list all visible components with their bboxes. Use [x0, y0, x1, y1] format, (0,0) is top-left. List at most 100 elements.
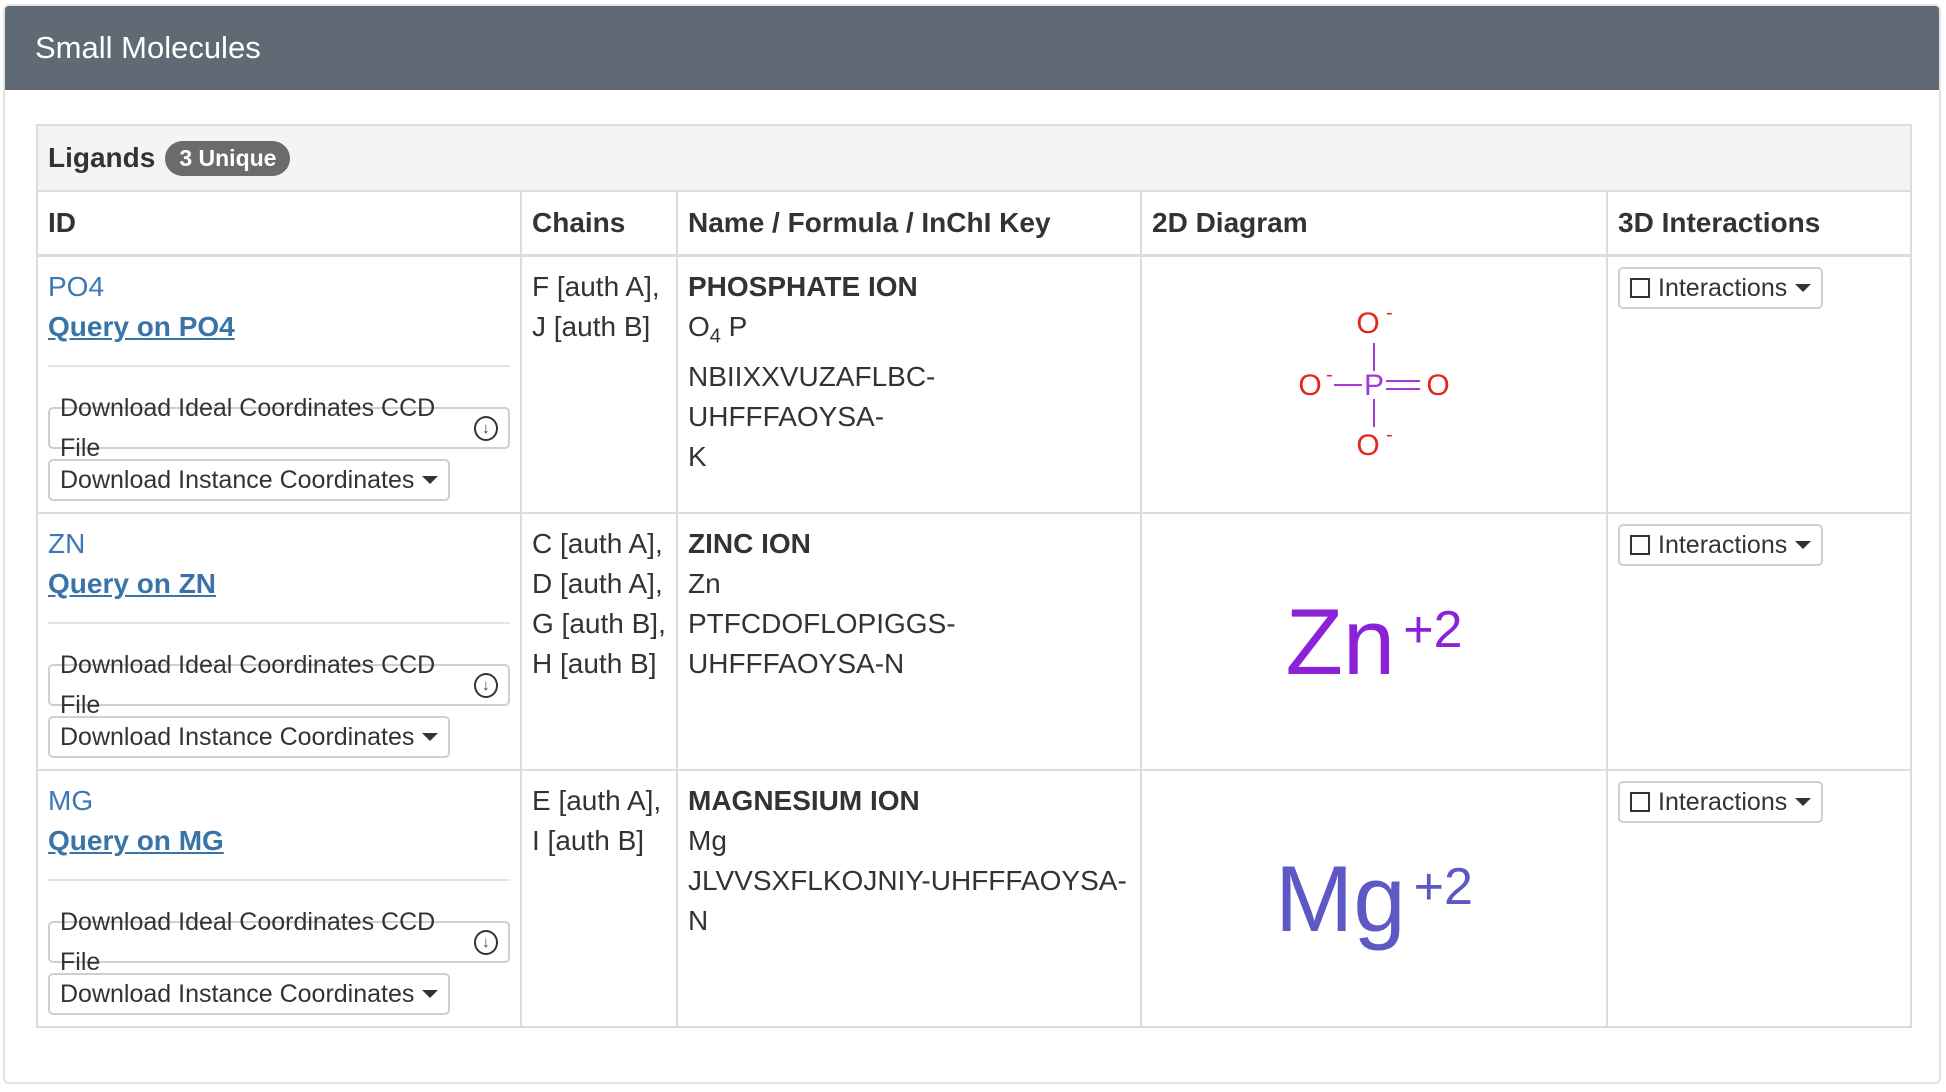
table-row: ZN Query on ZN Download Ideal Coordinate…: [38, 514, 1910, 771]
cube-icon: [1630, 535, 1650, 555]
panel-title: Small Molecules: [35, 30, 261, 65]
inchi-key: K: [688, 440, 707, 472]
atom-o-right: O: [1426, 369, 1449, 402]
download-ccd-label: Download Ideal Coordinates CCD File: [60, 394, 436, 462]
chain-label: I [auth B]: [532, 825, 645, 856]
small-molecules-panel: Small Molecules Ligands 3 Unique ID Chai…: [3, 4, 1941, 1084]
panel-header: Small Molecules: [5, 6, 1939, 90]
id-cell: PO4 Query on PO4 Download Ideal Coordina…: [38, 257, 522, 512]
caret-down-icon: [1795, 284, 1812, 292]
phosphate-diagram: P O - O - O - O: [1152, 267, 1596, 502]
charge-left: -: [1326, 364, 1333, 386]
query-link[interactable]: Query on MG: [48, 821, 510, 861]
download-instance-label: Download Instance Coordinates: [60, 466, 415, 494]
charge-bottom: -: [1386, 424, 1393, 446]
ligand-id-link[interactable]: PO4: [48, 267, 510, 307]
caret-down-icon: [422, 990, 439, 998]
name-cell: ZINC ION Zn PTFCDOFLOPIGGS- UHFFFAOYSA-N: [678, 514, 1142, 769]
atom-o-bottom: O: [1356, 429, 1379, 462]
chain-label: J [auth B]: [532, 311, 651, 342]
interactions-button[interactable]: Interactions: [1618, 781, 1824, 823]
table-header-row: ID Chains Name / Formula / InChI Key 2D …: [38, 192, 1910, 257]
ligand-formula: O4 P: [688, 311, 748, 348]
interactions-cell: Interactions: [1608, 257, 1910, 512]
cube-icon: [1630, 792, 1650, 812]
caret-down-icon: [422, 476, 439, 484]
ligand-name: PHOSPHATE ION: [688, 271, 918, 302]
download-ccd-label: Download Ideal Coordinates CCD File: [60, 651, 436, 719]
ligand-id-link[interactable]: ZN: [48, 524, 510, 564]
interactions-cell: Interactions: [1608, 771, 1910, 1026]
id-cell: ZN Query on ZN Download Ideal Coordinate…: [38, 514, 522, 769]
ligands-table: Ligands 3 Unique ID Chains Name / Formul…: [36, 124, 1912, 1028]
cube-icon: [1630, 278, 1650, 298]
download-instance-button[interactable]: Download Instance Coordinates: [48, 459, 451, 501]
zinc-diagram: Zn +2: [1152, 524, 1596, 759]
download-circle-icon: ↓: [473, 415, 498, 441]
download-instance-label: Download Instance Coordinates: [60, 723, 415, 751]
download-instance-label: Download Instance Coordinates: [60, 980, 415, 1008]
atom-o-left: O: [1298, 369, 1321, 402]
ligand-id-link[interactable]: MG: [48, 781, 510, 821]
chain-label: G [auth B],: [532, 608, 666, 639]
name-cell: MAGNESIUM ION Mg JLVVSXFLKOJNIY-UHFFFAOY…: [678, 771, 1142, 1026]
diagram-cell: Mg +2: [1142, 771, 1608, 1026]
divider: [48, 365, 510, 367]
atom-p: P: [1364, 369, 1384, 402]
download-instance-button[interactable]: Download Instance Coordinates: [48, 973, 451, 1015]
inchi-key: N: [688, 905, 709, 936]
header-3d-interactions: 3D Interactions: [1618, 207, 1821, 238]
caret-down-icon: [1795, 798, 1812, 806]
ligand-formula: Mg: [688, 825, 727, 856]
interactions-button[interactable]: Interactions: [1618, 267, 1824, 309]
header-chains: Chains: [522, 192, 678, 254]
ligands-caption: Ligands 3 Unique: [38, 126, 1910, 192]
chains-cell: F [auth A], J [auth B]: [522, 257, 678, 512]
interactions-button[interactable]: Interactions: [1618, 524, 1824, 566]
chain-label: C [auth A],: [532, 528, 663, 559]
inchi-key: JLVVSXFLKOJNIY-UHFFFAOYSA-: [688, 865, 1127, 896]
download-circle-icon: ↓: [473, 929, 498, 955]
unique-count-badge: 3 Unique: [165, 140, 291, 176]
query-link[interactable]: Query on ZN: [48, 564, 510, 604]
ligands-title: Ligands: [48, 142, 156, 173]
table-row: PO4 Query on PO4 Download Ideal Coordina…: [38, 257, 1910, 514]
table-row: MG Query on MG Download Ideal Coordinate…: [38, 771, 1910, 1026]
ion-symbol: Mg: [1275, 845, 1406, 951]
download-ccd-button[interactable]: Download Ideal Coordinates CCD File ↓: [48, 651, 510, 719]
header-id: ID: [38, 192, 522, 254]
diagram-cell: Zn +2: [1142, 514, 1608, 769]
atom-o-top: O: [1356, 307, 1379, 340]
inchi-key: PTFCDOFLOPIGGS-: [688, 608, 956, 639]
chain-label: D [auth A],: [532, 568, 663, 599]
charge-top: -: [1386, 302, 1393, 324]
chains-cell: C [auth A], D [auth A], G [auth B], H [a…: [522, 514, 678, 769]
interactions-label: Interactions: [1658, 531, 1788, 559]
download-instance-button[interactable]: Download Instance Coordinates: [48, 716, 451, 758]
inchi-key: NBIIXXVUZAFLBC-UHFFFAOYSA-: [688, 360, 936, 432]
header-2d-diagram: 2D Diagram: [1142, 192, 1608, 254]
query-link[interactable]: Query on PO4: [48, 307, 510, 347]
chain-label: H [auth B]: [532, 648, 657, 679]
divider: [48, 879, 510, 881]
interactions-cell: Interactions: [1608, 514, 1910, 769]
ion-charge: +2: [1413, 857, 1473, 916]
ion-symbol: Zn: [1285, 588, 1396, 694]
name-cell: PHOSPHATE ION O4 P NBIIXXVUZAFLBC-UHFFFA…: [678, 257, 1142, 512]
divider: [48, 622, 510, 624]
caret-down-icon: [422, 733, 439, 741]
header-name: Name / Formula / InChI Key: [678, 192, 1142, 254]
ion-charge: +2: [1403, 600, 1463, 659]
ligand-name: MAGNESIUM ION: [688, 785, 920, 816]
download-ccd-button[interactable]: Download Ideal Coordinates CCD File ↓: [48, 908, 510, 976]
inchi-key: UHFFFAOYSA-N: [688, 648, 905, 679]
download-circle-icon: ↓: [473, 672, 498, 698]
interactions-label: Interactions: [1658, 274, 1788, 302]
diagram-cell: P O - O - O - O: [1142, 257, 1608, 512]
download-ccd-label: Download Ideal Coordinates CCD File: [60, 908, 436, 976]
download-ccd-button[interactable]: Download Ideal Coordinates CCD File ↓: [48, 394, 510, 462]
chain-label: F [auth A],: [532, 271, 660, 302]
chain-label: E [auth A],: [532, 785, 662, 816]
phosphate-structure-svg: P O - O - O - O: [1298, 302, 1449, 462]
chains-cell: E [auth A], I [auth B]: [522, 771, 678, 1026]
